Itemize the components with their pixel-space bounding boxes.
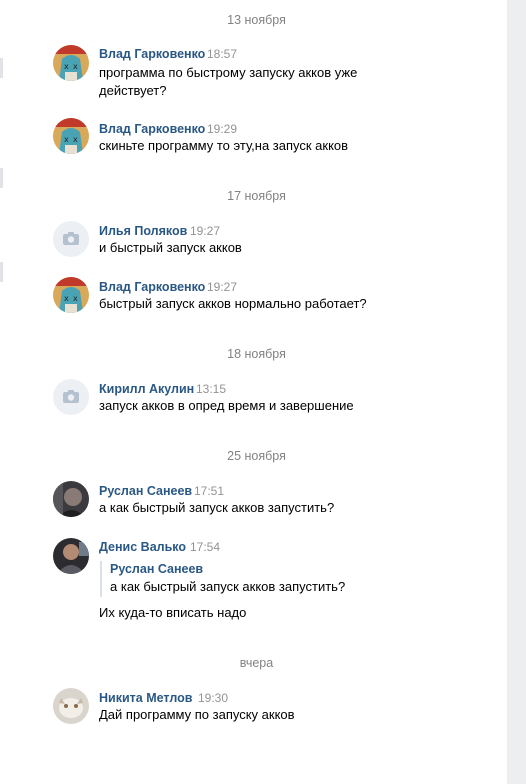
message-author[interactable]: Влад Гарковенко [99,46,205,62]
message-author[interactable]: Кирилл Акулин [99,381,194,397]
message-time[interactable]: 18:57 [207,46,237,62]
edge-marker [0,262,3,282]
svg-text:x: x [64,135,69,144]
message-time[interactable]: 19:30 [198,690,228,706]
message-author[interactable]: Руслан Санеев [99,483,192,499]
date-divider: вчера [239,656,274,670]
message-text: быстрый запуск акков нормально работает? [99,296,367,311]
scrollbar-track[interactable] [507,0,526,784]
date-divider: 13 ноября [227,13,286,27]
message-author[interactable]: Влад Гарковенко [99,279,205,295]
svg-text:x: x [64,62,69,71]
svg-text:x: x [73,62,78,71]
vlad-avatar[interactable]: x x [53,277,89,313]
camera-placeholder-icon[interactable] [53,379,89,415]
nikita-avatar[interactable] [53,688,89,724]
message-time[interactable]: 17:51 [194,483,224,499]
message-text: скиньте программу то эту,на запуск акков [99,138,349,153]
message-author[interactable]: Денис Валько [99,539,186,555]
message-text: запуск акков в опред время и завершение [99,398,354,413]
forwarded-quote-bar [100,561,102,597]
message-text: Дай программу по запуску акков [99,707,295,722]
date-divider: 18 ноября [227,347,286,361]
date-divider: 25 ноября [227,449,286,463]
forwarded-author[interactable]: Руслан Санеев [110,561,203,577]
message-time[interactable]: 13:15 [196,381,226,397]
message-time[interactable]: 19:27 [190,223,220,239]
message-time[interactable]: 19:29 [207,121,237,137]
message-time[interactable]: 17:54 [190,539,220,555]
camera-placeholder-icon[interactable] [53,221,89,257]
date-divider: 17 ноября [227,189,286,203]
message-text: программа по быстрому запуску акков уже … [99,65,358,98]
denis-avatar[interactable] [53,538,89,574]
message-author[interactable]: Влад Гарковенко [99,121,205,137]
message-text: Их куда-то вписать надо [99,605,247,620]
forwarded-text: а как быстрый запуск акков запустить? [110,579,346,594]
vlad-avatar[interactable]: x x [53,118,89,154]
vlad-avatar[interactable]: x x [53,45,89,81]
svg-text:x: x [73,135,78,144]
message-author[interactable]: Илья Поляков [99,223,187,239]
message-time[interactable]: 19:27 [207,279,237,295]
message-text: и быстрый запуск акков [99,240,242,255]
edge-marker [0,168,3,188]
ruslan-avatar[interactable] [53,481,89,517]
svg-text:x: x [73,294,78,303]
svg-text:x: x [64,294,69,303]
message-text: а как быстрый запуск акков запустить? [99,500,335,515]
edge-marker [0,58,3,78]
message-author[interactable]: Никита Метлов [99,690,192,706]
